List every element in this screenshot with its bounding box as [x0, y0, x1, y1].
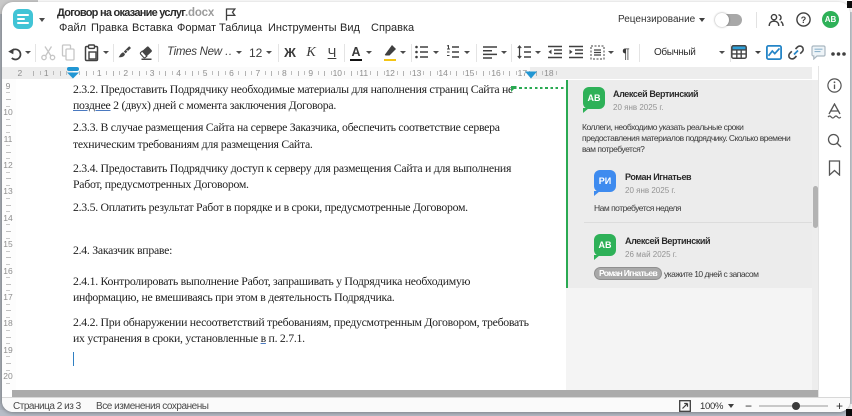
svg-text:?: ?	[801, 15, 807, 25]
